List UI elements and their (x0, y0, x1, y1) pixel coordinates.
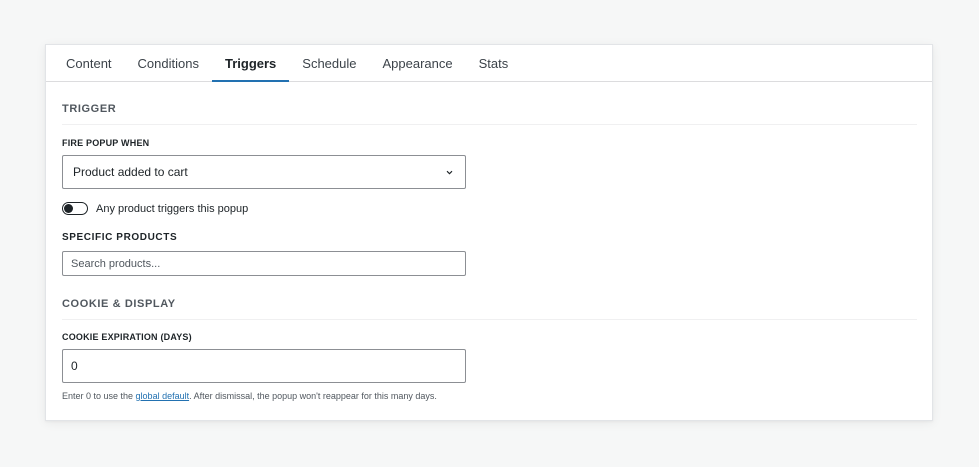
specific-products-label: SPECIFIC PRODUCTS (62, 232, 178, 243)
tab-stats[interactable]: Stats (466, 45, 522, 81)
chevron-down-icon (446, 169, 453, 176)
popup-settings-panel: Content Conditions Triggers Schedule App… (45, 44, 933, 421)
any-product-toggle[interactable] (62, 202, 88, 215)
trigger-section-heading: TRIGGER (62, 103, 917, 125)
any-product-toggle-row: Any product triggers this popup (62, 202, 248, 215)
fire-popup-when-label: FIRE POPUP WHEN (62, 138, 150, 148)
settings-tabs: Content Conditions Triggers Schedule App… (46, 45, 932, 82)
toggle-knob (64, 204, 73, 213)
fire-popup-when-select[interactable]: Product added to cart (62, 155, 466, 189)
cookie-expiration-help: Enter 0 to use the global default. After… (62, 391, 437, 401)
tab-triggers[interactable]: Triggers (211, 45, 290, 82)
help-text-after: . After dismissal, the popup won't reapp… (189, 391, 437, 401)
tab-appearance[interactable]: Appearance (370, 45, 466, 81)
tab-schedule[interactable]: Schedule (289, 45, 369, 81)
fire-popup-when-value: Product added to cart (73, 165, 188, 179)
tab-conditions[interactable]: Conditions (125, 45, 212, 81)
search-products-input[interactable] (62, 251, 466, 276)
help-text-before: Enter 0 to use the (62, 391, 136, 401)
cookie-expiration-input[interactable] (62, 349, 466, 383)
any-product-toggle-label: Any product triggers this popup (96, 202, 249, 215)
global-default-link[interactable]: global default (136, 391, 190, 401)
cookie-expiration-label: COOKIE EXPIRATION (DAYS) (62, 332, 192, 342)
tab-content[interactable]: Content (53, 45, 125, 81)
cookie-display-section-heading: COOKIE & DISPLAY (62, 298, 917, 320)
